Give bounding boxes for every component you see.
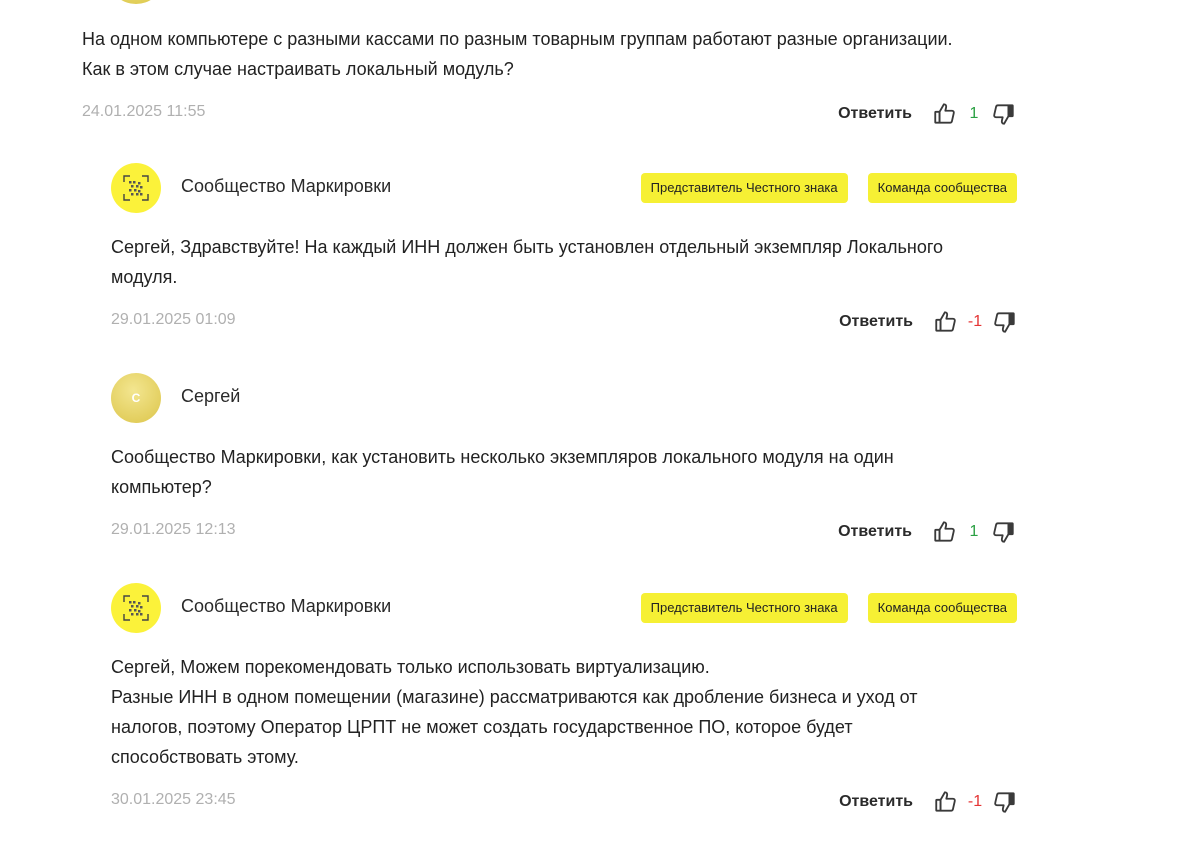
badge-community-team: Команда сообщества [867,173,1017,203]
comment-actions: Ответить 1 [838,99,1016,129]
comment-text-line: модуля. [111,267,178,287]
comment-text-line: способствовать этому. [111,747,299,767]
badge-group: Представитель Честного знака Команда соо… [640,173,1017,203]
comment-actions: Ответить -1 [839,307,1017,337]
comment-date: 29.01.2025 01:09 [111,311,236,328]
comment: На одном компьютере с разными кассами по… [82,24,1016,129]
comment-text: Сообщество Маркировки, как установить не… [111,442,1017,502]
comment-text-line: Как в этом случае настраивать локальный … [82,59,514,79]
author-name[interactable]: Сообщество Маркировки [181,176,391,197]
comment-date: 24.01.2025 11:55 [82,103,206,120]
thumb-down-icon[interactable] [991,789,1017,815]
reply-button[interactable]: Ответить [839,313,913,331]
badge-representative: Представитель Честного знака [640,173,848,203]
avatar [111,583,161,633]
comment-footer: 29.01.2025 01:09 Ответить -1 [111,307,1017,337]
reply-button[interactable]: Ответить [838,105,912,123]
vote-score: -1 [967,793,983,810]
badge-group: Представитель Честного знака Команда соо… [640,593,1017,623]
thumb-up-icon[interactable] [933,789,959,815]
comment-footer: 29.01.2025 12:13 Ответить 1 [111,517,1017,547]
avatar [111,163,161,213]
comment-reply: Сообщество Маркировки Представитель Чест… [111,583,1017,817]
comment-text: На одном компьютере с разными кассами по… [82,24,1016,84]
thumb-down-icon[interactable] [990,101,1016,127]
comment-text: Сергей, Можем порекомендовать только исп… [111,652,1017,772]
comment-header: Сообщество Маркировки Представитель Чест… [111,583,1017,633]
comment-footer: 30.01.2025 23:45 Ответить -1 [111,787,1017,817]
comment-actions: Ответить -1 [839,787,1017,817]
comment-text-line: Сообщество Маркировки, как установить не… [111,447,894,467]
badge-community-team: Команда сообщества [867,593,1017,623]
comment-text-line: Сергей, Здравствуйте! На каждый ИНН долж… [111,237,944,257]
comment-reply: Сообщество Маркировки Представитель Чест… [111,163,1017,337]
comment-footer: 24.01.2025 11:55 Ответить 1 [82,99,1016,129]
comment-text-line: налогов, поэтому Оператор ЦРПТ не может … [111,717,853,737]
datamatrix-logo-icon [123,175,149,201]
reply-button[interactable]: Ответить [838,523,912,541]
comment-date: 29.01.2025 12:13 [111,521,236,538]
thumb-up-icon[interactable] [932,519,958,545]
comment-date: 30.01.2025 23:45 [111,791,236,808]
author-name[interactable]: Сергей [181,386,240,407]
comment-text-line: На одном компьютере с разными кассами по… [82,29,953,49]
reply-button[interactable]: Ответить [839,793,913,811]
badge-representative: Представитель Честного знака [640,593,848,623]
thumb-up-icon[interactable] [933,309,959,335]
comment-actions: Ответить 1 [838,517,1016,547]
comment-reply: С Сергей Сообщество Маркировки, как уста… [111,373,1017,547]
thumb-down-icon[interactable] [991,309,1017,335]
vote-score: -1 [967,313,983,330]
thumb-down-icon[interactable] [990,519,1016,545]
datamatrix-logo-icon [123,595,149,621]
comment-text-line: компьютер? [111,477,212,497]
comment-text: Сергей, Здравствуйте! На каждый ИНН долж… [111,232,1017,292]
comment-header: Сообщество Маркировки Представитель Чест… [111,163,1017,213]
comment-header: С Сергей [111,373,1017,423]
vote-score: 1 [969,523,979,540]
author-name[interactable]: Сообщество Маркировки [181,596,391,617]
vote-score: 1 [969,105,979,122]
avatar: С [111,373,161,423]
comment-text-line: Сергей, Можем порекомендовать только исп… [111,657,710,677]
thumb-up-icon[interactable] [932,101,958,127]
avatar [111,0,161,4]
comment-text-line: Разные ИНН в одном помещении (магазине) … [111,687,918,707]
